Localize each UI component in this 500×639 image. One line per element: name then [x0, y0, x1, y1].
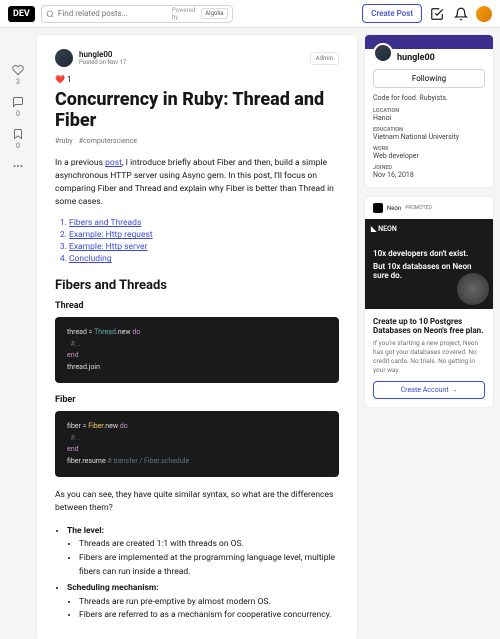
author-avatar[interactable] — [55, 49, 73, 67]
promo-card: Neon PROMOTED ◣ NEON 10x developers don't… — [364, 196, 494, 408]
tag[interactable]: #computerscience — [79, 137, 137, 145]
follow-button[interactable]: Following — [373, 69, 485, 88]
intro-paragraph: In a previous post, I introduce briefly … — [55, 157, 339, 208]
sub-heading: Thread — [55, 301, 339, 311]
profile-name[interactable]: hungle00 — [397, 53, 435, 63]
profile-bio: Code for food. Rubyists. — [373, 94, 485, 102]
user-avatar[interactable] — [476, 6, 492, 22]
meta-value: Hanoi — [373, 114, 485, 122]
sub-heading: Fiber — [55, 395, 339, 405]
post-date: Posted on Nov 17 — [79, 59, 126, 66]
profile-card: hungle00 Following Code for food. Rubyis… — [364, 34, 494, 188]
search-box[interactable]: Powered by Algolia — [41, 5, 233, 23]
bookmark-reaction[interactable]: 0 — [12, 128, 24, 150]
search-icon — [46, 9, 54, 19]
dev-logo[interactable]: DEV — [8, 6, 35, 22]
promo-brand: Neon — [387, 205, 401, 212]
promo-image[interactable]: ◣ NEON 10x developers don't exist. But 1… — [365, 219, 493, 309]
article: hungle00 Posted on Nov 17 Admin ❤️ 1 Con… — [36, 34, 358, 639]
paragraph: As you can see, they have quite similar … — [55, 489, 339, 515]
bullet-list: The level: Threads are created 1:1 with … — [55, 525, 339, 623]
meta-value: Web developer — [373, 152, 485, 160]
heart-reaction[interactable]: 3 — [12, 64, 24, 86]
toc-item[interactable]: Example: Http server — [69, 242, 339, 252]
notifications-icon[interactable] — [452, 5, 470, 23]
tag[interactable]: #ruby — [55, 137, 73, 145]
section-heading: Fibers and Threads — [55, 278, 339, 293]
reaction-summary: ❤️ 1 — [55, 75, 339, 84]
toc-item[interactable]: Example: Http request — [69, 230, 339, 240]
author-name[interactable]: hungle00 — [79, 50, 126, 59]
table-of-contents: Fibers and Threads Example: Http request… — [55, 218, 339, 264]
profile-avatar[interactable] — [373, 43, 393, 63]
meta-value: Vietnam National University — [373, 133, 485, 141]
comment-reaction[interactable]: 0 — [12, 96, 24, 118]
moderation-icon[interactable] — [428, 5, 446, 23]
create-account-button[interactable]: Create Account → — [373, 381, 485, 399]
create-post-button[interactable]: Create Post — [362, 4, 422, 23]
code-block: thread = Thread.new do #... end thread.j… — [55, 317, 339, 383]
promo-logo-icon — [373, 203, 383, 213]
promo-description: If you're starting a new project, Neon h… — [373, 339, 485, 375]
reactions-bar: 3 0 0 — [6, 34, 30, 639]
post-title: Concurrency in Ruby: Thread and Fiber — [55, 90, 339, 131]
algolia-badge: Algolia — [201, 8, 227, 19]
toc-item[interactable]: Concluding — [69, 254, 339, 264]
code-block: fiber = Fiber.new do #... end fiber.resu… — [55, 411, 339, 477]
meta-value: Nov 16, 2018 — [373, 171, 485, 179]
promo-title: Create up to 10 Postgres Databases on Ne… — [373, 317, 485, 335]
more-reaction[interactable] — [12, 160, 24, 172]
elephant-icon — [457, 273, 489, 305]
search-input[interactable] — [58, 9, 168, 18]
promoted-badge: PROMOTED — [405, 205, 432, 211]
powered-by-label: Powered by — [172, 7, 197, 21]
toc-item[interactable]: Fibers and Threads — [69, 218, 339, 228]
post-link[interactable]: post — [105, 158, 122, 168]
admin-badge: Admin — [310, 52, 339, 65]
